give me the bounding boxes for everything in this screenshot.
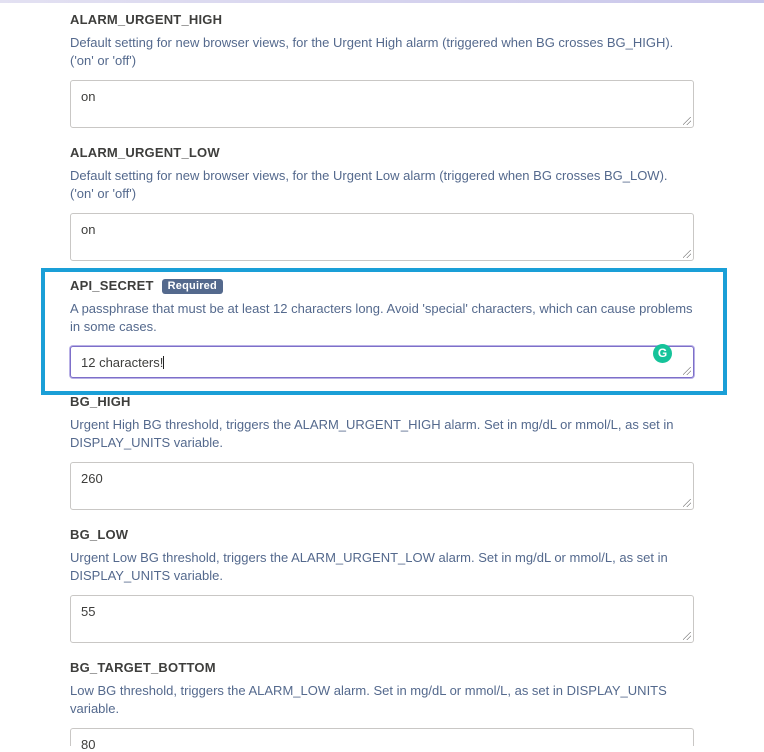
setting-value: 55: [81, 604, 96, 619]
resize-grip-icon[interactable]: [683, 632, 691, 640]
setting-value: 12 characters!: [81, 355, 164, 370]
setting-value-input[interactable]: on: [70, 213, 694, 261]
setting-name: BG_LOW: [70, 527, 129, 542]
setting-value: on: [81, 222, 96, 237]
api-secret-input[interactable]: 12 characters! G: [70, 344, 694, 378]
setting-name: ALARM_URGENT_HIGH: [70, 12, 223, 27]
setting-value-input[interactable]: 55: [70, 595, 694, 643]
setting-value: 260: [81, 471, 103, 486]
setting-value-input[interactable]: on: [70, 80, 694, 128]
setting-description: Default setting for new browser views, f…: [70, 168, 668, 201]
setting-bg-low: BG_LOW Urgent Low BG threshold, triggers…: [70, 527, 694, 643]
setting-name: ALARM_URGENT_LOW: [70, 145, 220, 160]
setting-description: Urgent High BG threshold, triggers the A…: [70, 417, 674, 450]
setting-bg-high: BG_HIGH Urgent High BG threshold, trigge…: [70, 394, 694, 510]
setting-value: 80: [81, 737, 96, 752]
resize-grip-icon[interactable]: [683, 117, 691, 125]
setting-name: BG_HIGH: [70, 394, 131, 409]
text-caret: [163, 356, 165, 369]
setting-name-row: API_SECRET Required: [70, 278, 694, 294]
top-accent-bar: [0, 0, 764, 3]
setting-description: A passphrase that must be at least 12 ch…: [70, 301, 693, 334]
grammarly-icon[interactable]: G: [653, 344, 672, 363]
setting-value: on: [81, 89, 96, 104]
setting-value-input[interactable]: 80: [70, 728, 694, 752]
setting-description: Low BG threshold, triggers the ALARM_LOW…: [70, 683, 667, 716]
resize-grip-icon[interactable]: [683, 499, 691, 507]
setting-alarm-urgent-high: ALARM_URGENT_HIGH Default setting for ne…: [70, 12, 694, 128]
setting-alarm-urgent-low: ALARM_URGENT_LOW Default setting for new…: [70, 145, 694, 261]
resize-grip-icon[interactable]: [683, 250, 691, 258]
setting-value-input[interactable]: 260: [70, 462, 694, 510]
setting-value-wrap: 12 characters!: [81, 355, 165, 370]
setting-api-secret: API_SECRET Required A passphrase that mu…: [70, 278, 694, 378]
setting-name: API_SECRET: [70, 278, 154, 293]
resize-grip-icon[interactable]: [683, 367, 691, 375]
setting-description: Default setting for new browser views, f…: [70, 35, 674, 68]
setting-name: BG_TARGET_BOTTOM: [70, 660, 216, 675]
setting-description: Urgent Low BG threshold, triggers the AL…: [70, 550, 668, 583]
required-badge: Required: [161, 278, 223, 294]
setting-bg-target-bottom: BG_TARGET_BOTTOM Low BG threshold, trigg…: [70, 660, 694, 752]
